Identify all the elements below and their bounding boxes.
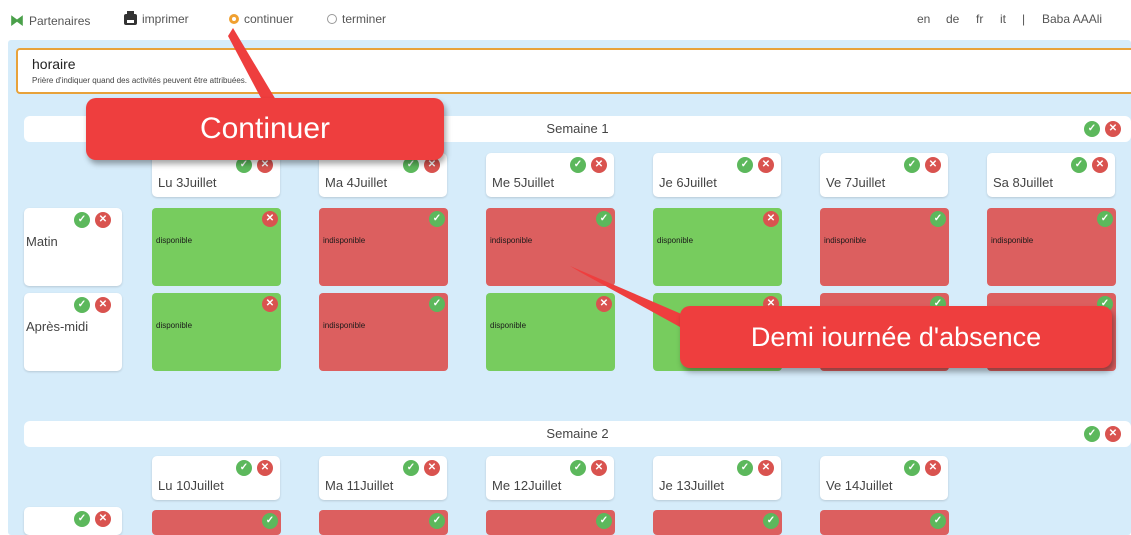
callout-demi-journee-text: Demi iournée d'absence: [750, 322, 1042, 352]
callout-continuer-text: Continuer: [199, 112, 331, 145]
callout-continuer: Continuer: [86, 98, 444, 160]
callout-demi-journee: Demi iournée d'absence: [680, 306, 1112, 368]
arrow-to-continuer: [228, 28, 276, 100]
annotation-arrows: [228, 28, 700, 338]
